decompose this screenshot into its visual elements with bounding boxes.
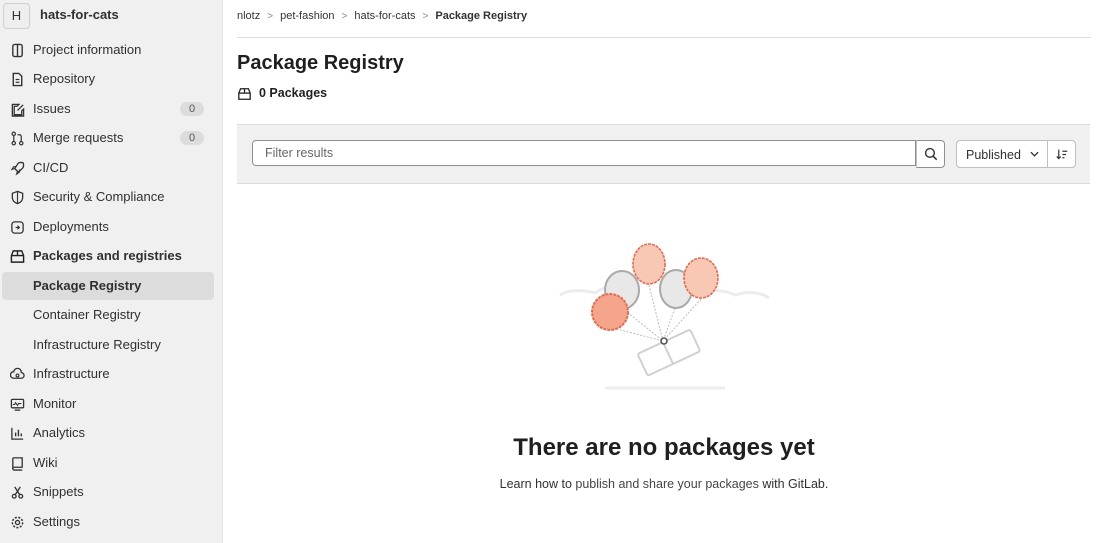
page-title: Package Registry (237, 52, 404, 74)
sidebar-item-label: Snippets (33, 484, 84, 499)
sidebar-item-analytics[interactable]: Analytics (2, 419, 214, 447)
sort-dropdown[interactable]: Published (956, 140, 1048, 168)
repository-icon (12, 72, 23, 87)
sidebar-item-label: Infrastructure (33, 366, 110, 381)
chart-icon (11, 427, 24, 440)
sidebar-subitem-package-registry[interactable]: Package Registry (2, 272, 214, 300)
sidebar-item-repository[interactable]: Repository (2, 65, 214, 93)
sidebar-item-deployments[interactable]: Deployments (2, 213, 214, 241)
publish-share-packages-link[interactable]: publish and share your packages (575, 477, 758, 491)
scissors-icon (11, 486, 24, 499)
project-name[interactable]: hats-for-cats (40, 7, 119, 22)
sidebar-item-label: Deployments (33, 219, 109, 234)
chevron-right-icon: > (267, 11, 274, 22)
empty-state-description: Learn how to publish and share your pack… (442, 477, 886, 491)
sidebar-item-security-compliance[interactable]: Security & Compliance (2, 183, 214, 211)
sidebar-item-label: CI/CD (33, 160, 69, 175)
sidebar-item-merge-requests[interactable]: Merge requests 0 (2, 124, 214, 152)
sidebar-item-label: Packages and registries (33, 248, 182, 263)
search-button[interactable] (916, 140, 945, 168)
sidebar-item-label: Repository (33, 71, 96, 86)
breadcrumb-item-pet-fashion[interactable]: pet-fashion (280, 10, 334, 22)
sort-dropdown-label: Published (966, 148, 1021, 162)
sidebar-item-infrastructure[interactable]: Infrastructure (2, 360, 214, 388)
sidebar-item-label: Package Registry (33, 278, 142, 293)
sidebar-item-label: Monitor (33, 396, 77, 411)
empty-state-balloons-illustration (559, 243, 770, 390)
filter-bar: Published (237, 124, 1090, 184)
chevron-right-icon: > (341, 11, 348, 22)
book-icon (12, 457, 23, 471)
project-avatar[interactable]: H (3, 3, 30, 29)
breadcrumb: nlotz > pet-fashion > hats-for-cats > Package … (237, 10, 527, 22)
issues-icon (11, 103, 25, 117)
sort-direction-button[interactable] (1047, 140, 1076, 168)
sidebar-item-label: Merge requests (33, 130, 124, 145)
sidebar-subitem-infrastructure-registry[interactable]: Infrastructure Registry (2, 331, 214, 359)
shield-icon (11, 190, 24, 205)
filter-input[interactable] (252, 140, 916, 166)
sidebar-item-label: Analytics (33, 425, 86, 440)
sidebar-item-label: Infrastructure Registry (33, 337, 161, 352)
breadcrumb-item-hats-for-cats[interactable]: hats-for-cats (354, 10, 415, 22)
cloud-gear-icon (10, 367, 25, 379)
package-icon (10, 250, 25, 263)
deployments-icon (11, 221, 24, 234)
sidebar-item-label: Project information (33, 42, 142, 57)
gear-icon (11, 516, 24, 529)
sidebar-item-packages-and-registries[interactable]: Packages and registries (2, 242, 214, 270)
chevron-down-icon (1030, 151, 1039, 157)
sidebar-item-project-information[interactable]: Project information (2, 36, 214, 64)
empty-state-desc-prefix: Learn how to (499, 477, 576, 491)
sidebar-item-label: Container Registry (33, 307, 141, 322)
sidebar-item-wiki[interactable]: Wiki (2, 449, 214, 477)
sidebar-item-label: Settings (33, 514, 80, 529)
sidebar-subitem-container-registry[interactable]: Container Registry (2, 301, 214, 329)
sidebar-item-ci-cd[interactable]: CI/CD (2, 154, 214, 182)
rocket-icon (10, 161, 25, 176)
issues-count-badge: 0 (180, 102, 204, 116)
sort-descending-icon (1056, 149, 1068, 160)
project-header[interactable]: H hats-for-cats (0, 0, 222, 32)
merge-requests-count-badge: 0 (180, 131, 204, 145)
divider (237, 37, 1091, 38)
sidebar-item-label: Security & Compliance (33, 189, 165, 204)
merge-request-icon (11, 131, 24, 146)
empty-state-title: There are no packages yet (513, 434, 815, 461)
empty-state-desc-suffix: with GitLab. (758, 477, 829, 491)
sidebar-item-label: Wiki (33, 455, 58, 470)
search-icon (924, 147, 938, 161)
sidebar-item-issues[interactable]: Issues 0 (2, 95, 214, 123)
sidebar-item-snippets[interactable]: Snippets (2, 478, 214, 506)
breadcrumb-item-nlotz[interactable]: nlotz (237, 10, 260, 22)
monitor-icon (10, 398, 25, 411)
breadcrumb-item-current[interactable]: Package Registry (435, 10, 527, 22)
sidebar-item-label: Issues (33, 101, 71, 116)
package-icon (238, 88, 251, 100)
package-count-text: 0 Packages (259, 86, 328, 100)
sidebar-item-settings[interactable]: Settings (2, 508, 214, 536)
chevron-right-icon: > (422, 11, 429, 22)
sidebar-item-monitor[interactable]: Monitor (2, 390, 214, 418)
project-info-icon (12, 43, 23, 58)
sidebar: H hats-for-cats Project information Repo… (0, 0, 223, 543)
